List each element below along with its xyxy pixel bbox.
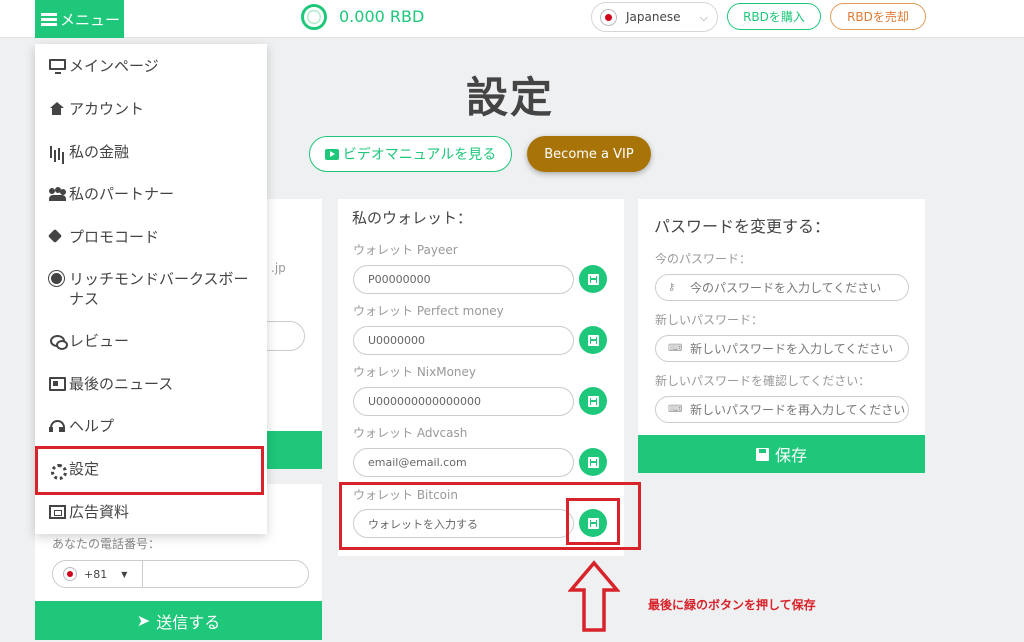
- new-password-label: 新しいパスワード：: [655, 313, 764, 327]
- menu-item-account[interactable]: アカウント: [49, 99, 261, 119]
- wallet-label-payeer: ウォレット Payeer: [353, 243, 458, 257]
- save-icon: [587, 395, 599, 407]
- tag-icon: [49, 230, 66, 244]
- menu-item-label: 最後のニュース: [69, 375, 174, 393]
- language-selector[interactable]: Japanese ⌵: [591, 2, 718, 32]
- japan-flag-icon: [600, 8, 617, 26]
- menu-item-finance[interactable]: 私の金融: [49, 142, 261, 162]
- buy-rbd-button[interactable]: RBDを購入: [727, 3, 821, 30]
- balance-display: 0.000 RBD: [339, 7, 425, 26]
- menu-item-label: 私のパートナー: [69, 185, 175, 203]
- keyboard-icon: ⌨: [668, 343, 683, 354]
- video-manual-button[interactable]: ビデオマニュアルを見る: [309, 136, 512, 172]
- partial-email-text: .jp: [271, 261, 286, 275]
- hamburger-icon: [41, 11, 57, 28]
- up-arrow-icon: [568, 560, 620, 632]
- save-icon: [587, 456, 599, 468]
- save-perfect-money-button[interactable]: [579, 326, 607, 354]
- language-label: Japanese: [626, 10, 681, 24]
- wallet-input-nixmoney[interactable]: U000000000000000: [353, 387, 574, 416]
- video-manual-label: ビデオマニュアルを見る: [342, 147, 497, 163]
- save-icon: [587, 334, 599, 346]
- newspaper-icon: [49, 377, 66, 391]
- send-button[interactable]: ➤ 送信する: [35, 601, 322, 640]
- menu-item-partners[interactable]: 私のパートナー: [49, 184, 261, 204]
- save-icon: [755, 447, 769, 461]
- coin-icon: [301, 4, 327, 30]
- comments-icon: [49, 334, 68, 350]
- sell-rbd-button[interactable]: RBDを売却: [830, 3, 926, 30]
- menu-item-bonus[interactable]: リッチモンドバークスボーナス: [49, 269, 261, 309]
- new-password-input[interactable]: ⌨ 新しいパスワードを入力してください: [655, 335, 909, 362]
- menu-item-ad-materials[interactable]: 広告資料: [49, 502, 261, 522]
- page-title: 設定: [465, 73, 554, 122]
- wallet-label-nixmoney: ウォレット NixMoney: [353, 365, 477, 379]
- play-icon: [324, 148, 339, 160]
- keyboard-icon: ⌨: [668, 404, 683, 415]
- save-nixmoney-button[interactable]: [579, 387, 607, 415]
- password-panel: パスワードを変更する： 今のパスワード： ⚷ 今のパスワードを入力してください …: [638, 199, 925, 473]
- profile-input[interactable]: [265, 321, 305, 351]
- password-save-label: 保存: [774, 446, 807, 465]
- save-advcash-button[interactable]: [579, 448, 607, 476]
- menu-item-label: レビュー: [69, 332, 130, 350]
- menu-item-label: メインページ: [69, 57, 159, 75]
- wallet-input-advcash[interactable]: email@email.com: [353, 448, 574, 477]
- country-code-label: +81: [84, 567, 108, 581]
- certificate-icon: [49, 272, 66, 286]
- save-payeer-button[interactable]: [579, 265, 607, 293]
- menu-item-main-page[interactable]: メインページ: [49, 56, 261, 76]
- phone-input[interactable]: +81 ▼: [52, 560, 309, 588]
- new-password-placeholder: 新しいパスワードを入力してください: [690, 342, 894, 356]
- caret-down-icon: ▼: [121, 569, 128, 579]
- current-password-input[interactable]: ⚷ 今のパスワードを入力してください: [655, 274, 909, 301]
- send-button-label: 送信する: [156, 612, 221, 632]
- annotation-text: 最後に緑のボタンを押して保存: [648, 598, 816, 612]
- password-title: パスワードを変更する：: [654, 217, 831, 236]
- confirm-password-input[interactable]: ⌨ 新しいパスワードを再入力してください: [655, 396, 909, 423]
- phone-label: あなたの電話番号：: [52, 537, 161, 551]
- save-button-highlight-box: [566, 498, 620, 545]
- wallet-input-payeer[interactable]: P00000000: [353, 265, 574, 294]
- confirm-password-placeholder: 新しいパスワードを再入力してください: [690, 403, 906, 417]
- menu-item-label: アカウント: [69, 100, 145, 118]
- users-icon: [49, 187, 66, 201]
- key-icon: ⚷: [668, 282, 676, 293]
- menu-item-label: 広告資料: [69, 503, 130, 521]
- send-icon: ➤: [136, 611, 151, 630]
- menu-item-help[interactable]: ヘルプ: [49, 416, 261, 436]
- current-password-label: 今のパスワード：: [655, 252, 752, 266]
- menu-button[interactable]: メニュー: [35, 0, 124, 38]
- menu-item-promo-code[interactable]: プロモコード: [49, 227, 261, 247]
- monitor-icon: [49, 59, 66, 74]
- japan-flag-icon: [63, 567, 77, 581]
- menu-button-label: メニュー: [60, 10, 121, 29]
- wallet-label-advcash: ウォレット Advcash: [353, 426, 468, 440]
- menu-item-reviews[interactable]: レビュー: [49, 331, 261, 351]
- headphones-icon: [49, 419, 66, 433]
- current-password-placeholder: 今のパスワードを入力してください: [690, 281, 882, 295]
- chevron-down-icon: ⌵: [699, 11, 708, 24]
- top-bar: メニュー 0.000 RBD Japanese ⌵ RBDを購入 RBDを売却: [0, 0, 1024, 38]
- menu-item-label: プロモコード: [69, 228, 160, 246]
- sitemap-icon: [49, 505, 66, 519]
- bar-chart-icon: [49, 145, 66, 159]
- save-icon: [587, 273, 599, 285]
- become-vip-button[interactable]: Become a VIP: [527, 136, 651, 172]
- wallet-label-perfect-money: ウォレット Perfect money: [353, 304, 504, 318]
- password-save-button[interactable]: 保存: [638, 435, 925, 473]
- confirm-password-label: 新しいパスワードを確認してください：: [655, 374, 871, 388]
- settings-highlight-box: [35, 446, 264, 495]
- menu-item-label: リッチモンドバークスボーナス: [69, 270, 249, 308]
- home-icon: [49, 102, 66, 116]
- menu-item-news[interactable]: 最後のニュース: [49, 374, 261, 394]
- menu-item-label: ヘルプ: [69, 417, 115, 435]
- wallet-input-perfect-money[interactable]: U0000000: [353, 326, 574, 355]
- wallet-title: 私のウォレット：: [352, 209, 473, 227]
- country-code-select[interactable]: +81 ▼: [53, 561, 143, 587]
- menu-item-label: 私の金融: [69, 143, 130, 161]
